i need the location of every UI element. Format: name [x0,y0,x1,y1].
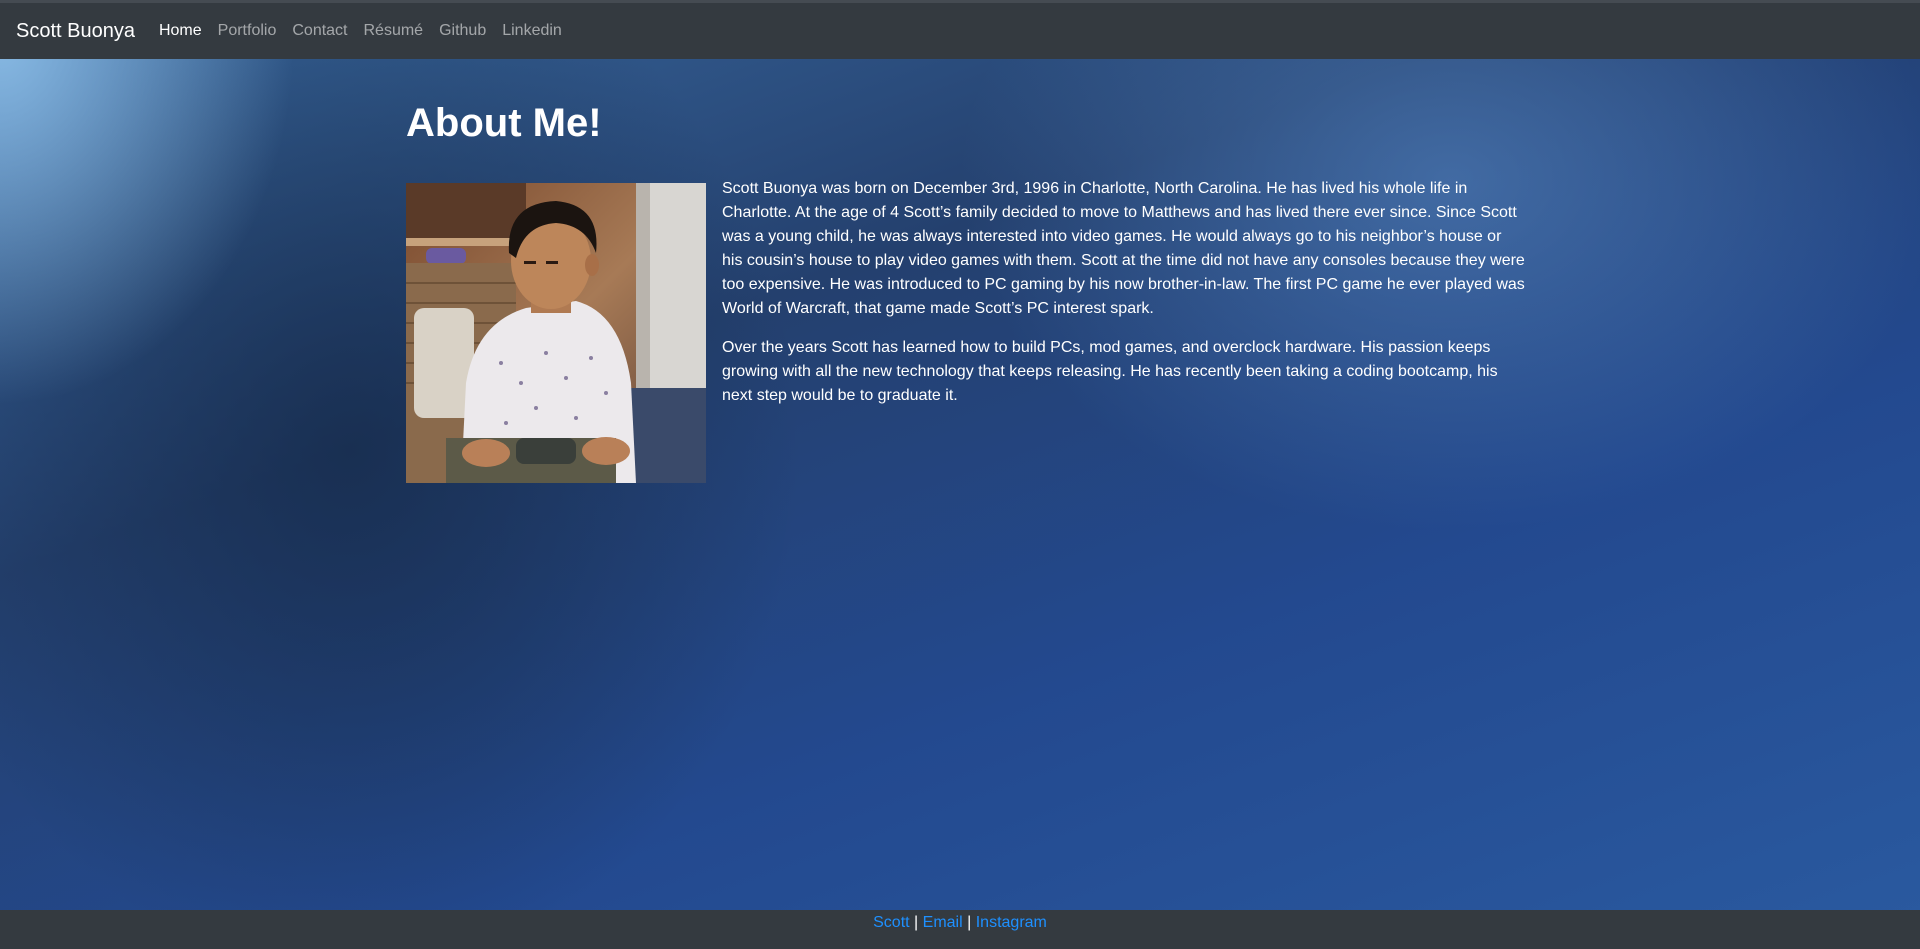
footer: Scott | Email | Instagram [0,910,1920,949]
about-text: Scott Buonya was born on December 3rd, 1… [722,177,1526,483]
nav-resume[interactable]: Résumé [364,22,424,40]
nav-contact[interactable]: Contact [292,22,347,40]
about-paragraph-2: Over the years Scott has learned how to … [722,339,1498,404]
footer-separator: | [967,914,972,931]
footer-link-email[interactable]: Email [923,914,963,931]
footer-link-scott[interactable]: Scott [873,914,909,931]
navbar-brand[interactable]: Scott Buonya [16,20,135,43]
profile-photo [406,183,706,483]
main-content: About Me! Scott Buonya was born on Decem… [406,59,1526,483]
footer-link-instagram[interactable]: Instagram [976,914,1047,931]
nav-github[interactable]: Github [439,22,486,40]
footer-separator: | [914,914,919,931]
about-row: Scott Buonya was born on December 3rd, 1… [406,177,1526,483]
navbar: Scott Buonya Home Portfolio Contact Résu… [0,3,1920,59]
nav-home[interactable]: Home [159,22,202,40]
about-paragraph-1: Scott Buonya was born on December 3rd, 1… [722,180,1525,317]
nav-portfolio[interactable]: Portfolio [218,22,277,40]
nav-linkedin[interactable]: Linkedin [502,22,562,40]
page-title: About Me! [406,101,602,145]
